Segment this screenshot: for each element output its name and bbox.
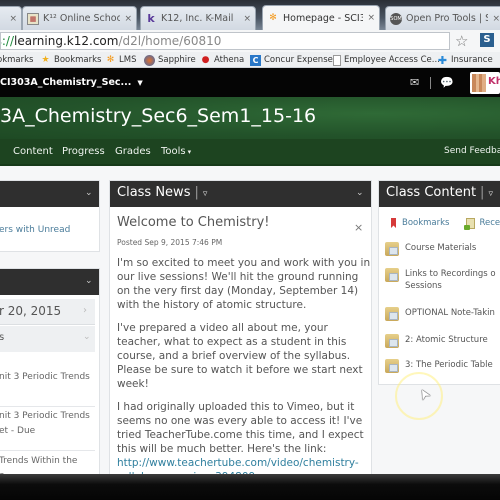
url-input[interactable]: https://learning.k12.com/d2l/home/60810 bbox=[0, 32, 450, 50]
caret-down-icon: ▾ bbox=[187, 148, 192, 156]
browser-tab-k12-kmail[interactable]: k K12, Inc. K-Mail × bbox=[140, 6, 256, 30]
content-module-atomic-structure[interactable]: 2: Atomic Structure bbox=[385, 334, 488, 348]
bookmark-item-bookmarks[interactable]: ★ Bookmarks bbox=[40, 53, 101, 67]
d2l-minibar: CI303A_Chemistry_Sec... ▼ ✉ 💬 bbox=[0, 68, 500, 97]
nav-grades[interactable]: Grades bbox=[115, 146, 151, 157]
user-avatar[interactable]: Kh bbox=[470, 72, 500, 94]
bookmarks-link[interactable]: Bookmarks bbox=[402, 218, 450, 228]
bookmark-item-concur[interactable]: C Concur Expense bbox=[250, 53, 333, 67]
bookmark-item-athena[interactable]: ● Athena bbox=[200, 53, 245, 67]
content-module-optional-note-taking[interactable]: OPTIONAL Note-Takin bbox=[385, 307, 495, 321]
nav-content[interactable]: Content bbox=[13, 146, 53, 157]
event-item[interactable]: nit 3 Periodic Trends bbox=[0, 363, 95, 407]
d2l-flower-icon: ✻ bbox=[106, 55, 115, 65]
folder-icon bbox=[385, 268, 399, 282]
widget-header: Class News | ▿ ⌄ bbox=[110, 181, 371, 207]
widget-menu-icon[interactable]: ▿ bbox=[488, 189, 493, 199]
k12-school-icon: ▦ bbox=[27, 12, 39, 25]
profile-photo bbox=[472, 74, 486, 92]
chevron-down-icon: ⌄ bbox=[83, 332, 91, 342]
browser-tab-strip: × ▦ K¹² Online School × k K12, Inc. K-Ma… bbox=[0, 0, 500, 30]
folder-icon bbox=[385, 307, 399, 321]
bookmark-item-employee-access[interactable]: Employee Access Ce... bbox=[333, 53, 440, 67]
close-tab-icon[interactable]: × bbox=[124, 14, 132, 24]
close-tab-icon[interactable]: × bbox=[243, 14, 251, 24]
calendar-widget: ⌄ r 20, 2015 › s ⌄ nit 3 Periodic Trends… bbox=[0, 268, 100, 481]
divider bbox=[430, 77, 431, 89]
messages-icon[interactable]: ✉ bbox=[410, 76, 419, 89]
news-item: Welcome to Chemistry! Posted Sep 9, 2015… bbox=[117, 215, 372, 500]
bookmark-item-lms[interactable]: ✻ LMS bbox=[105, 53, 137, 67]
close-tab-icon[interactable]: × bbox=[9, 14, 17, 24]
content-module-recordings[interactable]: Links to Recordings o Sessions bbox=[385, 268, 496, 292]
event-item[interactable]: nit 3 Periodic Trends et - Due bbox=[0, 407, 95, 451]
widget-header: ⌄ bbox=[0, 269, 99, 295]
events-section-header[interactable]: s ⌄ bbox=[0, 326, 95, 352]
bookmarks-bar: Bookmarks ★ Bookmarks ✻ LMS Sapphire ● A… bbox=[0, 52, 500, 68]
news-paragraph: I'm so excited to meet you and work with… bbox=[117, 257, 371, 311]
chevron-down-icon[interactable]: ⌄ bbox=[85, 188, 93, 198]
news-paragraph: I had originally uploaded this to Vimeo,… bbox=[117, 400, 372, 484]
concur-icon: C bbox=[250, 54, 261, 66]
folder-icon bbox=[385, 242, 399, 256]
page-icon bbox=[333, 54, 341, 66]
unread-updates-link[interactable]: ers with Unread bbox=[0, 225, 70, 235]
taskbar bbox=[0, 474, 500, 500]
calendar-date-row[interactable]: r 20, 2015 › bbox=[0, 299, 95, 325]
address-bar-row: https://learning.k12.com/d2l/home/60810 bbox=[0, 30, 500, 52]
class-news-widget: Class News | ▿ ⌄ × Welcome to Chemistry! P… bbox=[109, 180, 372, 500]
recent-updates-icon bbox=[463, 217, 475, 230]
updates-widget: ⌄ ers with Unread bbox=[0, 180, 100, 252]
news-paragraph: I've prepared a video all about me, your… bbox=[117, 322, 363, 390]
browser-tab[interactable]: × bbox=[0, 6, 22, 30]
course-navbar: Content Progress Grades Tools ▾ Send Feed… bbox=[0, 139, 500, 166]
content-module-course-materials[interactable]: Course Materials bbox=[385, 242, 476, 256]
news-posted-date: Posted Sep 9, 2015 7:46 PM bbox=[117, 238, 223, 247]
news-item-title[interactable]: Welcome to Chemistry! bbox=[117, 215, 372, 230]
open-pro-tools-icon: SOM bbox=[390, 12, 402, 25]
class-content-widget: Class Content|▿ Bookmarks Recen Course M… bbox=[378, 180, 500, 385]
close-tab-icon[interactable]: × bbox=[367, 13, 375, 23]
sapphire-icon bbox=[144, 54, 155, 66]
extension-s-icon[interactable]: S bbox=[480, 33, 494, 47]
widget-menu-icon[interactable]: ▿ bbox=[203, 189, 208, 199]
browser-tab-k12-online-school[interactable]: ▦ K¹² Online School × bbox=[22, 6, 137, 30]
bookmark-icon bbox=[391, 218, 396, 228]
chat-bubbles-icon[interactable]: 💬 bbox=[440, 76, 454, 89]
widget-header: Class Content | ▿ bbox=[379, 181, 500, 207]
bookmark-item[interactable]: Bookmarks bbox=[0, 53, 34, 67]
content-module-periodic-table[interactable]: 3: The Periodic Table bbox=[385, 359, 493, 373]
course-selector[interactable]: CI303A_Chemistry_Sec... ▼ bbox=[0, 77, 143, 88]
bookmark-star-icon[interactable]: ☆ bbox=[455, 32, 468, 50]
recent-link[interactable]: Recen bbox=[480, 218, 500, 228]
course-banner: 3A_Chemistry_Sec6_Sem1_15-16 bbox=[0, 97, 500, 139]
k12-mail-icon: k bbox=[147, 12, 155, 25]
chevron-down-icon[interactable]: ⌄ bbox=[356, 188, 364, 198]
folder-icon bbox=[385, 334, 399, 348]
widget-title: Class Content bbox=[386, 185, 477, 200]
close-tab-icon[interactable]: × bbox=[492, 14, 500, 24]
d2l-flower-icon: ✻ bbox=[269, 13, 277, 23]
widget-title: Class News bbox=[117, 185, 191, 200]
widget-header: ⌄ bbox=[0, 181, 99, 207]
course-title: 3A_Chemistry_Sec6_Sem1_15-16 bbox=[0, 105, 317, 127]
bookmark-item-insurance[interactable]: ✚ Insurance bbox=[437, 53, 493, 67]
chevron-down-icon: ▼ bbox=[137, 79, 143, 87]
nav-progress[interactable]: Progress bbox=[62, 146, 105, 157]
chevron-down-icon[interactable]: ⌄ bbox=[85, 276, 93, 286]
nav-tools[interactable]: Tools ▾ bbox=[161, 146, 191, 157]
insurance-cross-icon: ✚ bbox=[437, 53, 448, 67]
browser-tab-open-pro-tools[interactable]: SOM Open Pro Tools | Scree × bbox=[385, 6, 500, 30]
star-icon: ★ bbox=[41, 55, 50, 65]
apple-icon: ● bbox=[201, 55, 210, 65]
chevron-right-icon[interactable]: › bbox=[83, 305, 87, 316]
send-feedback-link[interactable]: Send Feedback bbox=[444, 146, 500, 156]
browser-tab-homepage[interactable]: ✻ Homepage - SCI303A_ × bbox=[262, 5, 380, 30]
bookmark-item-sapphire[interactable]: Sapphire bbox=[144, 53, 196, 67]
folder-icon bbox=[385, 359, 399, 373]
